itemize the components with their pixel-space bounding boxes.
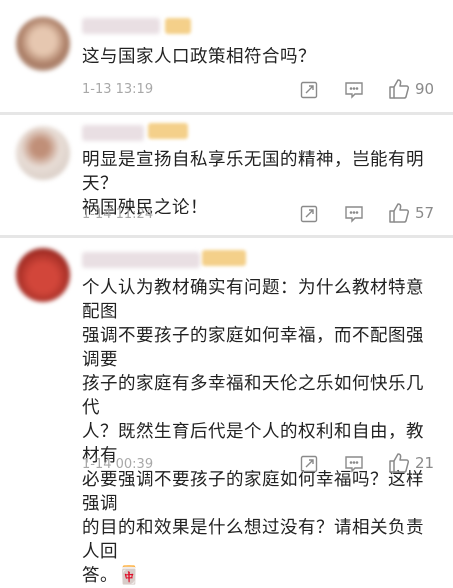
username[interactable] [82,18,160,34]
username[interactable] [82,252,200,268]
like-count: 90 [415,80,435,98]
comment-button[interactable] [342,453,366,475]
share-button[interactable] [298,79,320,101]
comment-icon [345,456,363,473]
thumbs-up-icon [389,453,410,473]
like-button[interactable]: 90 [388,77,434,101]
user-badge [148,123,188,139]
thumbs-up-icon [389,203,410,223]
like-count: 21 [415,454,435,472]
comment-text: 个人认为教材确实有问题：为什么教材特意配图 强调不要孩子的家庭如何幸福，而不配图… [82,278,424,586]
comment-item: 这与国家人口政策相符合吗？ 1-13 13:19 90 [0,0,453,112]
like-count: 57 [415,204,435,222]
share-button[interactable] [298,203,320,225]
username[interactable] [82,125,144,141]
user-badge [165,18,191,34]
avatar[interactable] [16,248,70,302]
comment-time: 1-14 11:24 [82,207,154,222]
comment-icon [345,206,363,223]
comment-text: 这与国家人口政策相符合吗？ [82,47,316,67]
avatar[interactable] [16,17,70,71]
avatar[interactable] [16,126,70,180]
share-icon [300,81,318,99]
like-button[interactable]: 21 [388,451,434,475]
comment-item: 明显是宣扬自私享乐无国的精神，岂能有明天？ 祸国殃民之论！ 1-14 11:24… [0,115,453,235]
share-icon [300,455,318,473]
share-button[interactable] [298,453,320,475]
share-icon [300,205,318,223]
comment-icon [345,82,363,99]
comment-time: 1-13 13:19 [82,82,154,97]
comment-button[interactable] [342,203,366,225]
thumbs-up-icon [389,79,410,99]
comment-button[interactable] [342,79,366,101]
user-badge [202,250,246,266]
like-button[interactable]: 57 [388,201,434,225]
comment-time: 1-14 00:39 [82,457,154,472]
comment-item: 个人认为教材确实有问题：为什么教材特意配图 强调不要孩子的家庭如何幸福，而不配图… [0,238,453,586]
